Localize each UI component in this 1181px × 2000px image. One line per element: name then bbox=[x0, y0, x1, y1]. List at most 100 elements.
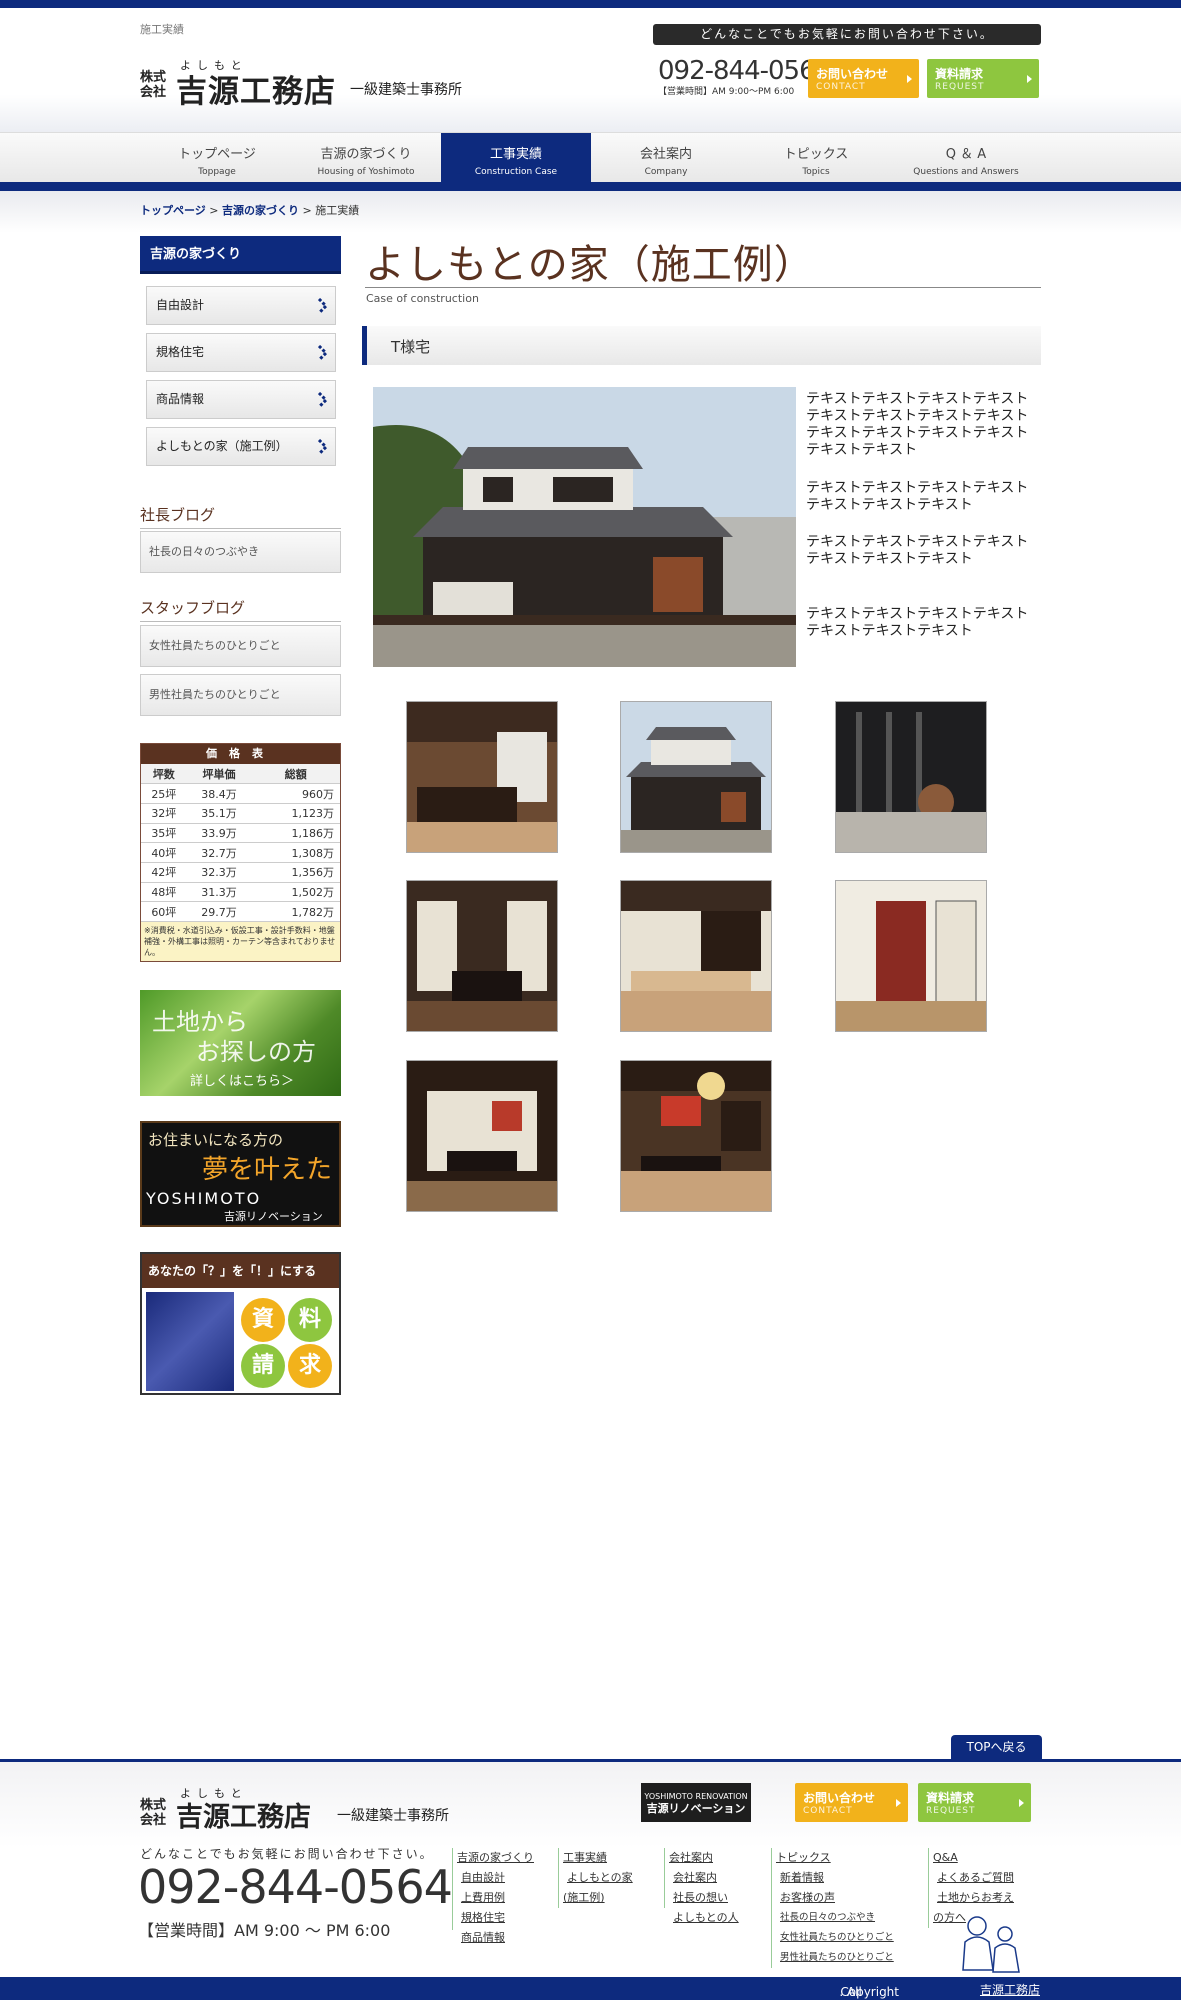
header-contact-button[interactable]: お問い合わせ CONTACT bbox=[808, 59, 919, 98]
footer-link[interactable]: 社長の想い bbox=[665, 1888, 759, 1908]
price-cell: 48坪 bbox=[141, 882, 187, 903]
nav-en-label: Company bbox=[644, 167, 688, 177]
footer-link[interactable]: 土地からお考え bbox=[929, 1888, 1033, 1908]
footer-link[interactable]: 新着情報 bbox=[772, 1868, 911, 1888]
price-cell: 38.4万 bbox=[186, 783, 252, 804]
nav-label: 吉源の家づくり bbox=[320, 147, 412, 162]
price-cell: 25坪 bbox=[141, 783, 187, 804]
sidebar-item-products[interactable]: 商品情報 bbox=[146, 380, 336, 419]
footer-link[interactable]: 自由設計 bbox=[453, 1868, 547, 1888]
footer-col-title[interactable]: Q&A bbox=[929, 1848, 1033, 1868]
footer-hours: 【営業時間】AM 9:00 〜 PM 6:00 bbox=[138, 1921, 391, 1940]
sidebar-item-label: 規格住宅 bbox=[156, 345, 205, 359]
sidebar-item-standard-housing[interactable]: 規格住宅 bbox=[146, 333, 336, 372]
gallery-thumbnail[interactable] bbox=[620, 1060, 772, 1212]
footer-logo-name[interactable]: 吉源工務店 bbox=[176, 1795, 311, 1834]
body-paragraph: テキストテキストテキストテキストテキストテキストテキスト bbox=[806, 606, 1029, 639]
footer-link[interactable]: 女性社員たちのひとりごと bbox=[772, 1928, 911, 1948]
header-request-button[interactable]: 資料請求 REQUEST bbox=[927, 59, 1039, 98]
staff-blog-title: スタッフブログ bbox=[140, 597, 341, 622]
exterior-photo bbox=[621, 702, 771, 852]
footer-renovation-button[interactable]: YOSHIMOTO RENOVATION 吉源リノベーション bbox=[641, 1783, 751, 1822]
footer-col-title[interactable]: トピックス bbox=[772, 1848, 911, 1868]
breadcrumb-parent[interactable]: 吉源の家づくり bbox=[222, 204, 299, 217]
breadcrumb-sep: > bbox=[209, 204, 219, 217]
footer-link[interactable]: (施工例) bbox=[559, 1888, 653, 1908]
request-banner[interactable]: あなたの「？」を「！」にする 資 料 請 求 bbox=[140, 1252, 341, 1395]
banner-text: YOSHIMOTO bbox=[146, 1189, 262, 1208]
footer-request-button[interactable]: 資料請求 REQUEST bbox=[918, 1783, 1031, 1822]
price-cell: 42坪 bbox=[141, 862, 187, 883]
footer-link[interactable]: 社長の日々のつぶやき bbox=[772, 1908, 911, 1928]
footer-col-housing: 吉源の家づくり 自由設計 上費用例 規格住宅 商品情報 bbox=[452, 1848, 547, 1944]
nav-construction-case[interactable]: 工事実績 Construction Case bbox=[441, 133, 591, 183]
nav-topics[interactable]: トピックス Topics bbox=[741, 133, 891, 183]
sidebar-item-free-design[interactable]: 自由設計 bbox=[146, 286, 336, 325]
price-table-grid: 坪数 坪単価 総額 25坪 38.4万 960万 32坪 35.1万 1,123万 35坪 3… bbox=[141, 764, 340, 922]
contact-en: CONTACT bbox=[816, 82, 866, 92]
logo-corp-type[interactable]: 株式 会社 bbox=[140, 70, 166, 100]
breadcrumb-home[interactable]: トップページ bbox=[140, 204, 206, 217]
gallery-thumbnail[interactable] bbox=[835, 880, 987, 1032]
body-paragraph: テキストテキストテキストテキストテキストテキストテキストテキストテキストテキスト… bbox=[806, 391, 1029, 458]
footer-logo-subtitle: 一級建築士事務所 bbox=[337, 1808, 449, 1824]
copyright-link[interactable]: 吉源工務店 bbox=[980, 1983, 1040, 1997]
gallery-thumbnail[interactable] bbox=[620, 701, 772, 853]
contact-en: CONTACT bbox=[803, 1806, 853, 1816]
price-cell: 60坪 bbox=[141, 901, 187, 922]
footer-link[interactable]: 規格住宅 bbox=[453, 1908, 547, 1928]
land-search-banner[interactable]: 土地から お探しの方 詳しくはこちら＞ bbox=[140, 990, 341, 1096]
page-small-title: 施工実績 bbox=[140, 23, 184, 36]
nav-toppage[interactable]: トップページ Toppage bbox=[142, 133, 292, 183]
sidebar-item-case-examples[interactable]: よしもとの家（施工例） bbox=[146, 427, 336, 466]
price-cell: 32.7万 bbox=[186, 842, 252, 863]
banner-text: あなたの「？」を「！」にする bbox=[142, 1254, 339, 1288]
staff-blog-women-link[interactable]: 女性社員たちのひとりごと bbox=[140, 625, 341, 667]
entrance-photo bbox=[836, 702, 986, 852]
gallery-thumbnail[interactable] bbox=[406, 701, 558, 853]
renovation-banner[interactable]: お住まいになる方の 夢を叶えた YOSHIMOTO 吉源リノベーション bbox=[140, 1121, 341, 1227]
footer-col-title[interactable]: 会社案内 bbox=[665, 1848, 759, 1868]
request-label: 資料請求 bbox=[935, 67, 984, 81]
arrow-right-icon bbox=[896, 1799, 901, 1807]
price-cell: 31.3万 bbox=[186, 882, 252, 903]
arrow-right-icon bbox=[1019, 1799, 1024, 1807]
footer-contact-button[interactable]: お問い合わせ CONTACT bbox=[795, 1783, 908, 1822]
gallery-thumbnail[interactable] bbox=[406, 880, 558, 1032]
gallery-thumbnail[interactable] bbox=[620, 880, 772, 1032]
nav-en-label: Toppage bbox=[198, 167, 236, 177]
footer-link[interactable]: 会社案内 bbox=[665, 1868, 759, 1888]
footer-link[interactable]: お客様の声 bbox=[772, 1888, 911, 1908]
price-note: ※消費税・水道引込み・仮設工事・設計手数料・地盤補強・外構工事は照明・カーテン等… bbox=[141, 922, 340, 961]
contact-label: お問い合わせ bbox=[816, 67, 889, 81]
back-to-top-button[interactable]: TOPへ戻る bbox=[951, 1735, 1042, 1759]
nav-housing[interactable]: 吉源の家づくり Housing of Yoshimoto bbox=[291, 133, 441, 183]
president-blog-link[interactable]: 社長の日々のつぶやき bbox=[140, 531, 341, 573]
price-header: 坪単価 bbox=[186, 764, 252, 785]
nav-qa[interactable]: Q ＆ A Questions and Answers bbox=[891, 133, 1041, 183]
banner-text: お探しの方 bbox=[196, 1038, 316, 1066]
footer-link[interactable]: 男性社員たちのひとりごと bbox=[772, 1948, 911, 1968]
footer-link[interactable]: よしもとの家 bbox=[559, 1868, 653, 1888]
price-header: 総額 bbox=[251, 764, 340, 785]
footer-logo-corp[interactable]: 株式 会社 bbox=[140, 1798, 166, 1828]
footer-col-title[interactable]: 吉源の家づくり bbox=[453, 1848, 547, 1868]
nav-underline bbox=[0, 182, 1181, 191]
section-title: T様宅 bbox=[391, 338, 431, 356]
footer-link[interactable]: 上費用例 bbox=[453, 1888, 547, 1908]
nav-label: 工事実績 bbox=[489, 147, 542, 162]
gallery-thumbnail[interactable] bbox=[406, 1060, 558, 1212]
footer-link[interactable]: よくあるご質問 bbox=[929, 1868, 1033, 1888]
footer-col-title[interactable]: 工事実績 bbox=[559, 1848, 653, 1868]
gallery-thumbnail[interactable] bbox=[835, 701, 987, 853]
page-title: よしもとの家（施工例） bbox=[365, 242, 815, 288]
footer-link[interactable]: よしもとの人 bbox=[665, 1908, 759, 1928]
brochure-image bbox=[146, 1292, 234, 1391]
staff-blog-men-link[interactable]: 男性社員たちのひとりごと bbox=[140, 674, 341, 716]
footer-link[interactable]: 商品情報 bbox=[453, 1928, 547, 1948]
nav-company[interactable]: 会社案内 Company bbox=[591, 133, 741, 183]
craftsman-illustration bbox=[962, 1916, 1020, 1973]
logo-name[interactable]: 吉源工務店 bbox=[176, 66, 336, 111]
logo-subtitle: 一級建築士事務所 bbox=[350, 82, 462, 98]
hero-house-photo[interactable] bbox=[373, 387, 796, 667]
